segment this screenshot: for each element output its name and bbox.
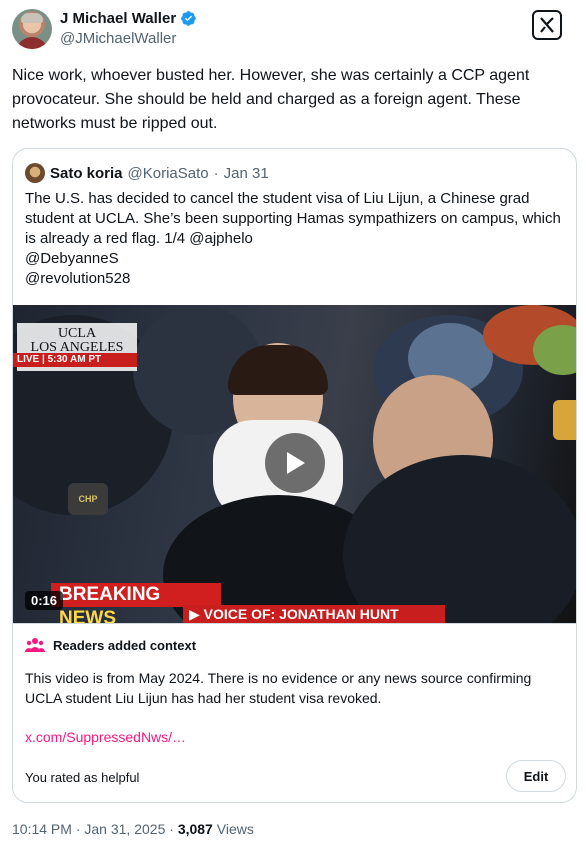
author-handle[interactable]: @JMichaelWaller (60, 30, 176, 47)
edit-rating-button[interactable]: Edit (506, 760, 566, 792)
tweet-time[interactable]: 10:14 PM (12, 821, 72, 837)
quoted-text-line: The U.S. has decided to cancel the stude… (25, 190, 561, 247)
play-button-icon[interactable] (265, 433, 325, 493)
officer-patch: CHP (68, 483, 108, 515)
mention-debyannes[interactable]: @DebyanneS (25, 249, 565, 269)
author-display-name[interactable]: J Michael Waller (60, 10, 176, 27)
community-note-heading-row: Readers added context (25, 637, 196, 653)
tweet-header: J Michael Waller @JMichaelWaller (12, 8, 574, 52)
quoted-author-avatar (25, 163, 45, 183)
overlay-live: LIVE | 5:30 AM PT (13, 353, 137, 367)
tweet-meta: 10:14 PM · Jan 31, 2025 · 3,087 Views (12, 821, 254, 837)
meta-separator: · (165, 821, 178, 837)
meta-separator: · (71, 821, 85, 837)
video-duration: 0:16 (25, 591, 64, 610)
tweet-date[interactable]: Jan 31, 2025 (84, 821, 165, 837)
verified-badge-icon (181, 11, 196, 26)
quoted-author-name: Sato koria (50, 164, 123, 182)
play-triangle-icon (287, 452, 305, 474)
quoted-author-handle: @KoriaSato (127, 164, 209, 182)
community-note-body: This video is from May 2024. There is no… (25, 670, 532, 706)
video-player[interactable]: CHP UCLA LOS ANGELES LIVE | 5:30 AM PT B… (13, 305, 576, 623)
quoted-tweet-header: Sato koria @KoriaSato · Jan 31 (25, 163, 269, 183)
quoted-tweet[interactable]: Sato koria @KoriaSato · Jan 31 The U.S. … (12, 148, 577, 803)
mention-revolution528[interactable]: @revolution528 (25, 269, 565, 289)
views-count: 3,087 (177, 821, 213, 837)
community-people-icon (25, 638, 45, 652)
quoted-tweet-date: Jan 31 (223, 164, 269, 182)
grok-glyph-icon (540, 17, 554, 33)
views-label: Views (212, 821, 254, 837)
breaking-news-word: NEWS (59, 608, 116, 623)
rated-helpful-status: You rated as helpful (25, 770, 140, 785)
community-note-link[interactable]: x.com/SuppressedNws/… (25, 729, 186, 745)
overlay-ucla: UCLA (57, 326, 97, 341)
author-name-row: J Michael Waller (60, 10, 197, 27)
tweet-text: Nice work, whoever busted her. However, … (12, 67, 530, 132)
voice-of-banner: ▶ VOICE OF: JONATHAN HUNT (183, 605, 445, 623)
community-note-heading: Readers added context (53, 637, 197, 653)
community-note: Readers added context This video is from… (13, 623, 576, 802)
breaking-prefix: BREAKING (59, 584, 161, 605)
author-avatar[interactable] (12, 9, 52, 49)
separator-dot: · (213, 164, 219, 182)
breaking-news-banner: BREAKING NEWS (51, 583, 221, 623)
grok-icon[interactable] (532, 10, 562, 40)
quoted-tweet-text: The U.S. has decided to cancel the stude… (25, 189, 565, 289)
